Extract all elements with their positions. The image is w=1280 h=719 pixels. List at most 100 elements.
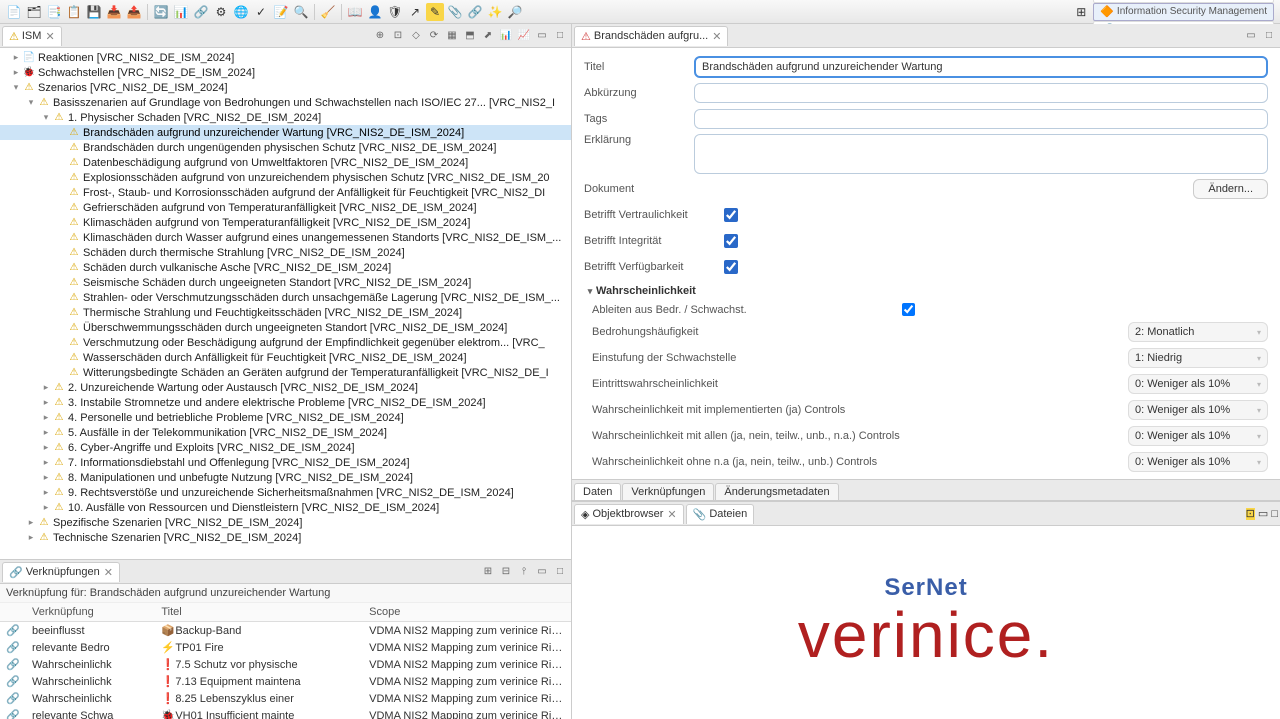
- minimize-icon[interactable]: ▭: [1243, 28, 1259, 44]
- prob-select[interactable]: 1: Niedrig▾: [1128, 348, 1268, 368]
- toolbar-icon[interactable]: 🌐: [232, 3, 250, 21]
- ableiten-checkbox[interactable]: [902, 303, 915, 316]
- verk-action-icon[interactable]: ⊟: [498, 564, 514, 580]
- col-header[interactable]: Verknüpfung: [26, 603, 155, 622]
- bottom-tab[interactable]: Daten: [574, 483, 621, 500]
- perspective-switcher-icon[interactable]: ⊞: [1072, 3, 1090, 21]
- verk-row[interactable]: 🔗Wahrscheinlichk❗8.25 Lebenszyklus einer…: [0, 690, 571, 707]
- tree-twisty[interactable]: ▸: [10, 67, 22, 78]
- tree-row[interactable]: ⚠Schäden durch thermische Strahlung [VRC…: [0, 245, 571, 260]
- tree-action-icon[interactable]: ⊕: [372, 28, 388, 44]
- tree-row[interactable]: ⚠Seismische Schäden durch ungeeigneten S…: [0, 275, 571, 290]
- col-header[interactable]: Titel: [155, 603, 363, 622]
- ob-tab[interactable]: 📎Dateien: [686, 504, 755, 524]
- tree-action-icon[interactable]: ⟳: [426, 28, 442, 44]
- tree-row[interactable]: ▾⚠Szenarios [VRC_NIS2_DE_ISM_2024]: [0, 80, 571, 95]
- minimize-icon[interactable]: ▭: [534, 564, 550, 580]
- titel-input[interactable]: [694, 56, 1268, 78]
- prob-select[interactable]: 2: Monatlich▾: [1128, 322, 1268, 342]
- tree-row[interactable]: ▸📄Reaktionen [VRC_NIS2_DE_ISM_2024]: [0, 50, 571, 65]
- tree-row[interactable]: ▸🐞Schwachstellen [VRC_NIS2_DE_ISM_2024]: [0, 65, 571, 80]
- close-icon[interactable]: ✕: [667, 508, 676, 521]
- verk-row[interactable]: 🔗Wahrscheinlichk❗7.13 Equipment maintena…: [0, 673, 571, 690]
- tree-row[interactable]: ⚠Klimaschäden aufgrund von Temperaturanf…: [0, 215, 571, 230]
- perspective-pill[interactable]: 🔶Information Security Management: [1093, 3, 1274, 21]
- toolbar-icon[interactable]: ⚙: [212, 3, 230, 21]
- prob-select[interactable]: 0: Weniger als 10%▾: [1128, 452, 1268, 472]
- toolbar-icon[interactable]: 📖: [346, 3, 364, 21]
- toolbar-icon[interactable]: 📥: [105, 3, 123, 21]
- prob-select[interactable]: 0: Weniger als 10%▾: [1128, 374, 1268, 394]
- maximize-icon[interactable]: □: [1261, 28, 1277, 44]
- toolbar-icon[interactable]: 🔄: [152, 3, 170, 21]
- ism-tree[interactable]: ▸📄Reaktionen [VRC_NIS2_DE_ISM_2024]▸🐞Sch…: [0, 48, 571, 559]
- tree-row[interactable]: ▸⚠2. Unzureichende Wartung oder Austausc…: [0, 380, 571, 395]
- tree-row[interactable]: ▸⚠3. Instabile Stromnetze und andere ele…: [0, 395, 571, 410]
- bottom-tab[interactable]: Verknüpfungen: [622, 483, 714, 500]
- tree-twisty[interactable]: ▸: [40, 397, 52, 408]
- tree-twisty[interactable]: ▸: [40, 412, 52, 423]
- tree-twisty[interactable]: ▸: [40, 442, 52, 453]
- verk-table[interactable]: VerknüpfungTitelScope 🔗beeinflusst📦Backu…: [0, 603, 571, 719]
- verk-row[interactable]: 🔗beeinflusst📦Backup-BandVDMA NIS2 Mappin…: [0, 622, 571, 640]
- edit-icon[interactable]: ✎: [426, 3, 444, 21]
- close-icon[interactable]: ✕: [45, 30, 54, 43]
- tab-verknuepfungen[interactable]: 🔗 Verknüpfungen ✕: [2, 562, 120, 582]
- tree-twisty[interactable]: ▸: [40, 457, 52, 468]
- tree-twisty[interactable]: ▸: [25, 517, 37, 528]
- tree-row[interactable]: ⚠Strahlen- oder Verschmutzungsschäden du…: [0, 290, 571, 305]
- tree-row[interactable]: ⚠Datenbeschädigung aufgrund von Umweltfa…: [0, 155, 571, 170]
- tree-twisty[interactable]: ▾: [40, 112, 52, 123]
- tree-row[interactable]: ▸⚠7. Informationsdiebstahl und Offenlegu…: [0, 455, 571, 470]
- tags-input[interactable]: [694, 109, 1268, 129]
- toolbar-icon[interactable]: 🔍: [292, 3, 310, 21]
- prob-select[interactable]: 0: Weniger als 10%▾: [1128, 400, 1268, 420]
- search-icon[interactable]: 🔎: [506, 3, 524, 21]
- tree-action-icon[interactable]: 📊: [498, 28, 514, 44]
- tree-twisty[interactable]: ▸: [25, 532, 37, 543]
- tree-twisty[interactable]: ▸: [40, 382, 52, 393]
- toolbar-icon[interactable]: ↗: [406, 3, 424, 21]
- tree-row[interactable]: ⚠Brandschäden durch ungenügenden physisc…: [0, 140, 571, 155]
- tree-action-icon[interactable]: ⬒: [462, 28, 478, 44]
- ob-tab[interactable]: ◈Objektbrowser✕: [574, 504, 684, 524]
- toolbar-icon[interactable]: 🔗: [192, 3, 210, 21]
- tree-twisty[interactable]: ▸: [40, 472, 52, 483]
- tab-ism[interactable]: ⚠ ISM ✕: [2, 26, 62, 46]
- tree-row[interactable]: ▾⚠Basisszenarien auf Grundlage von Bedro…: [0, 95, 571, 110]
- maximize-icon[interactable]: □: [1271, 508, 1278, 520]
- toolbar-icon[interactable]: 📤: [125, 3, 143, 21]
- maximize-icon[interactable]: □: [552, 28, 568, 44]
- tree-row[interactable]: ⚠Gefrierschäden aufgrund von Temperatura…: [0, 200, 571, 215]
- toolbar-icon[interactable]: 💾: [85, 3, 103, 21]
- verk-action-icon[interactable]: ⫯: [516, 564, 532, 580]
- tree-action-icon[interactable]: ⬈: [480, 28, 496, 44]
- abkuerzung-input[interactable]: [694, 83, 1268, 103]
- bottom-tab[interactable]: Änderungsmetadaten: [715, 483, 838, 500]
- tree-twisty[interactable]: ▸: [40, 427, 52, 438]
- verk-row[interactable]: 🔗relevante Bedro⚡TP01 FireVDMA NIS2 Mapp…: [0, 639, 571, 656]
- verk-row[interactable]: 🔗Wahrscheinlichk❗7.5 Schutz vor physisch…: [0, 656, 571, 673]
- toolbar-icon[interactable]: 📄: [5, 3, 23, 21]
- prob-select[interactable]: 0: Weniger als 10%▾: [1128, 426, 1268, 446]
- toolbar-icon[interactable]: 📊: [172, 3, 190, 21]
- minimize-icon[interactable]: ▭: [534, 28, 550, 44]
- editor-tab[interactable]: ⚠ Brandschäden aufgru... ✕: [574, 26, 728, 46]
- tree-action-icon[interactable]: 📈: [516, 28, 532, 44]
- tree-action-icon[interactable]: ◇: [408, 28, 424, 44]
- tree-action-icon[interactable]: ⊡: [390, 28, 406, 44]
- tree-row[interactable]: ▸⚠8. Manipulationen und unbefugte Nutzun…: [0, 470, 571, 485]
- verfuegbarkeit-checkbox[interactable]: [724, 260, 738, 274]
- ob-action-icon[interactable]: ⊡: [1246, 508, 1255, 520]
- tree-row[interactable]: ▸⚠Technische Szenarien [VRC_NIS2_DE_ISM_…: [0, 530, 571, 545]
- link-icon[interactable]: 🔗: [466, 3, 484, 21]
- toolbar-icon[interactable]: 🧹: [319, 3, 337, 21]
- tree-row[interactable]: ▸⚠10. Ausfälle von Ressourcen und Dienst…: [0, 500, 571, 515]
- integritaet-checkbox[interactable]: [724, 234, 738, 248]
- tree-action-icon[interactable]: ▦: [444, 28, 460, 44]
- tree-twisty[interactable]: ▸: [40, 487, 52, 498]
- tree-twisty[interactable]: ▾: [25, 97, 37, 108]
- erklaerung-input[interactable]: [694, 134, 1268, 174]
- toolbar-icon[interactable]: 📋: [65, 3, 83, 21]
- verk-action-icon[interactable]: ⊞: [480, 564, 496, 580]
